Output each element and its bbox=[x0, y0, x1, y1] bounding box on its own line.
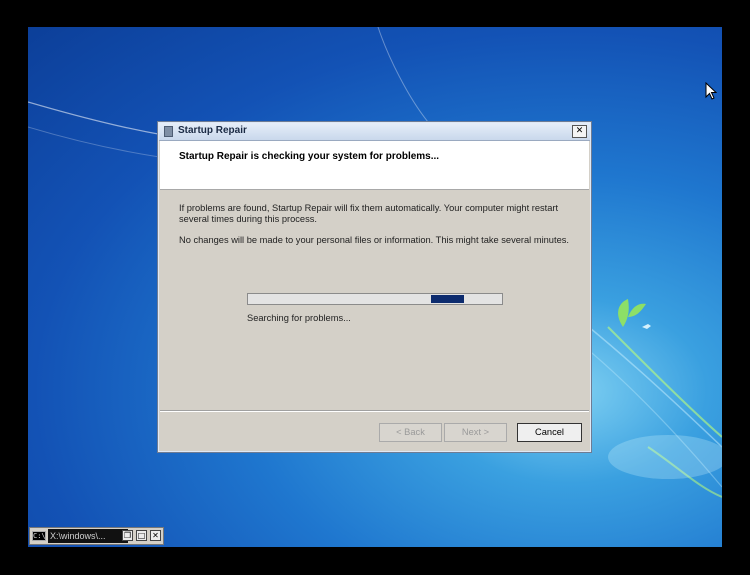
wallpaper-bird-icon bbox=[642, 324, 651, 329]
dialog-header: Startup Repair is checking your system f… bbox=[160, 141, 589, 190]
command-prompt-icon: C:\ bbox=[32, 531, 46, 541]
startup-repair-icon bbox=[164, 126, 173, 137]
startup-repair-dialog: Startup Repair ✕ Startup Repair is check… bbox=[157, 121, 592, 453]
title-bar[interactable]: Startup Repair ✕ bbox=[159, 123, 590, 141]
status-text: Searching for problems... bbox=[247, 313, 351, 323]
progress-bar bbox=[247, 293, 503, 305]
info-paragraph-1: If problems are found, Startup Repair wi… bbox=[179, 203, 559, 224]
info-paragraph-2: No changes will be made to your personal… bbox=[179, 235, 569, 245]
cancel-button[interactable]: Cancel bbox=[517, 423, 582, 442]
console-close-button[interactable]: ✕ bbox=[150, 530, 161, 541]
console-title: X:\windows\... bbox=[48, 529, 128, 543]
window-title: Startup Repair bbox=[178, 125, 247, 136]
header-title: Startup Repair is checking your system f… bbox=[179, 151, 440, 162]
restore-button[interactable]: ❐ bbox=[122, 530, 133, 541]
progress-indicator bbox=[430, 295, 464, 303]
back-button[interactable]: < Back bbox=[379, 423, 442, 442]
close-button[interactable]: ✕ bbox=[572, 125, 587, 138]
maximize-button[interactable]: □ bbox=[136, 530, 147, 541]
next-button[interactable]: Next > bbox=[444, 423, 507, 442]
footer-divider bbox=[160, 410, 589, 412]
mouse-cursor-icon bbox=[705, 82, 717, 100]
wallpaper-leaf-icon bbox=[618, 299, 646, 327]
console-window-minimized[interactable]: C:\ X:\windows\... ❐ □ ✕ bbox=[29, 527, 164, 545]
